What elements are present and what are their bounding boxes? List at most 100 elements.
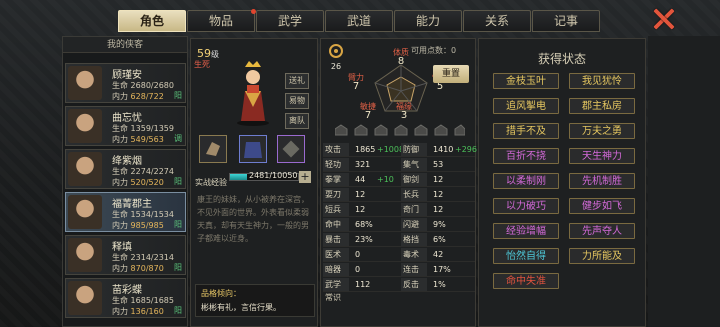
status-tag[interactable]: 我见犹怜 <box>569 73 635 89</box>
hero-card[interactable]: 绛紫烟 生命 2274/2274 内力 520/520 阳 <box>65 149 186 189</box>
gift-button[interactable]: 送礼 <box>285 73 309 89</box>
stat-label: 武学常识 <box>323 278 349 302</box>
stat-value: 6% <box>433 235 446 244</box>
hero-list-title: 我的侠客 <box>63 37 187 53</box>
stat-value: 321 <box>355 160 371 169</box>
stat-value: 12 <box>433 175 444 184</box>
status-tag[interactable]: 措手不及 <box>493 123 559 139</box>
tab-journal[interactable]: 记事 <box>532 10 600 32</box>
stat-row: 耍刀 12 长兵 12 <box>323 188 475 202</box>
status-tag[interactable]: 经验增幅 <box>493 223 559 239</box>
hero-alignment: 阳 <box>174 177 182 186</box>
status-tag[interactable]: 百折不挠 <box>493 148 559 164</box>
xp-value: 2481/10050 <box>249 171 298 180</box>
tab-character[interactable]: 角色 <box>118 10 186 32</box>
accessory-slot[interactable] <box>277 135 305 163</box>
stat-label: 暴击 <box>323 233 349 246</box>
hero-name: 绛紫烟 <box>112 156 142 167</box>
xp-bar-fill <box>230 174 247 180</box>
hero-avatar <box>68 66 102 100</box>
status-tag[interactable]: 郡主私房 <box>569 98 635 114</box>
trait-heading: 品格倾向： <box>201 289 241 298</box>
stat-bonus: +1008 <box>377 145 405 154</box>
stat-bonus: +296 <box>455 145 477 154</box>
nickname: 生死 <box>194 60 210 69</box>
stat-label: 毒术 <box>401 248 427 261</box>
stat-value: 17% <box>433 265 451 274</box>
status-tag[interactable]: 金枝玉叶 <box>493 73 559 89</box>
hero-card-selected[interactable]: 福菁郡主 生命 1534/1534 内力 985/985 阳 <box>65 192 186 232</box>
stat-value: 42 <box>433 250 444 259</box>
skill-slot-row <box>335 124 465 136</box>
hero-avatar <box>68 109 102 143</box>
hero-mp: 内力 520/520 <box>112 178 164 187</box>
status-tag[interactable]: 以力破巧 <box>493 198 559 214</box>
stat-row: 医术 0 毒术 42 <box>323 248 475 262</box>
stat-value: 9% <box>433 220 446 229</box>
hero-mp: 内力 549/563 <box>112 135 164 144</box>
stat-row: 轻功 321 集气速度 53 <box>323 158 475 182</box>
armor-slot[interactable] <box>239 135 267 163</box>
tab-relations[interactable]: 关系 <box>463 10 531 32</box>
reset-button[interactable]: 重置 <box>433 65 469 83</box>
trait-text: 彬彬有礼，言信行果。 <box>201 303 281 312</box>
stat-value: 44 <box>355 175 366 184</box>
hero-hp: 生命 1359/1359 <box>112 124 174 133</box>
stats-panel: 26 可用点数：0 体质 8 臂力 7 悟性 5 敏捷 7 福缘 3 重置 攻击… <box>320 38 477 327</box>
hero-card[interactable]: 苗彩蝶 生命 1685/1685 内力 136/160 阳 <box>65 278 186 318</box>
status-tag[interactable]: 以柔制刚 <box>493 173 559 189</box>
hero-avatar <box>68 238 102 272</box>
stat-label: 奇门 <box>401 203 427 216</box>
trade-button[interactable]: 易物 <box>285 93 309 109</box>
status-tag[interactable]: 命中失准 <box>493 273 559 289</box>
status-title: 获得状态 <box>537 52 586 66</box>
gauntlet-icon <box>206 142 220 156</box>
close-icon[interactable] <box>652 7 676 31</box>
hero-card[interactable]: 顾瑾安 生命 2680/2680 内力 628/722 阳 <box>65 63 186 103</box>
stat-label: 轻功 <box>323 158 349 171</box>
stat-value: 12 <box>355 190 366 199</box>
tab-items[interactable]: 物品 <box>187 9 256 32</box>
hero-card[interactable]: 曲忘忧 生命 1359/1359 内力 549/563 调 <box>65 106 186 146</box>
stat-value: 53 <box>433 160 444 169</box>
stat-label: 闪避 <box>401 218 427 231</box>
stat-label: 格挡 <box>401 233 427 246</box>
stat-row: 短兵 12 奇门 12 <box>323 203 475 217</box>
hero-avatar <box>68 281 102 315</box>
attr-strength-value: 7 <box>352 81 360 92</box>
weapon-slot[interactable] <box>199 135 227 163</box>
hero-card[interactable]: 释填 生命 2314/2314 内力 870/870 阳 <box>65 235 186 275</box>
hero-hp: 生命 2680/2680 <box>112 81 174 90</box>
hero-name: 福菁郡主 <box>112 199 152 210</box>
hero-alignment: 阳 <box>174 91 182 100</box>
status-tag[interactable]: 健步如飞 <box>569 198 635 214</box>
hero-hp: 生命 2274/2274 <box>112 167 174 176</box>
status-tag[interactable]: 力所能及 <box>569 248 635 264</box>
stat-label: 暗器 <box>323 263 349 276</box>
status-tag[interactable]: 先声夺人 <box>569 223 635 239</box>
side-edge <box>648 36 720 327</box>
status-tag[interactable]: 追风掣电 <box>493 98 559 114</box>
stat-value: 12 <box>433 205 444 214</box>
tab-martial-arts[interactable]: 武学 <box>256 10 324 32</box>
trait-box: 品格倾向： 彬彬有礼，言信行果。 <box>195 284 315 317</box>
tab-martial-way[interactable]: 武道 <box>325 10 393 32</box>
stat-label: 医术 <box>323 248 349 261</box>
tab-abilities[interactable]: 能力 <box>394 10 462 32</box>
stat-row: 拳掌 44 +10 御剑 12 <box>323 173 475 187</box>
potential-value: 26 <box>330 62 342 71</box>
status-tag[interactable]: 天生神力 <box>569 148 635 164</box>
status-tag[interactable]: 怡然自得 <box>493 248 559 264</box>
status-panel: 获得状态 金枝玉叶 我见犹怜 追风掣电 郡主私房 措手不及 万夫之勇 百折不挠 天生神力 以柔制… <box>478 38 646 327</box>
stat-row: 暗器 0 连击 17% <box>323 263 475 277</box>
hero-alignment: 阳 <box>174 306 182 315</box>
status-tag[interactable]: 先机制胜 <box>569 173 635 189</box>
token-icon <box>282 140 300 158</box>
leave-party-button[interactable]: 离队 <box>285 113 309 129</box>
stat-bonus: +10 <box>377 175 394 184</box>
status-tag[interactable]: 万夫之勇 <box>569 123 635 139</box>
robe-icon <box>244 142 262 158</box>
add-xp-button[interactable]: + <box>299 171 311 183</box>
stat-value: 12 <box>355 205 366 214</box>
stat-row: 命中 68% 闪避 9% <box>323 218 475 232</box>
